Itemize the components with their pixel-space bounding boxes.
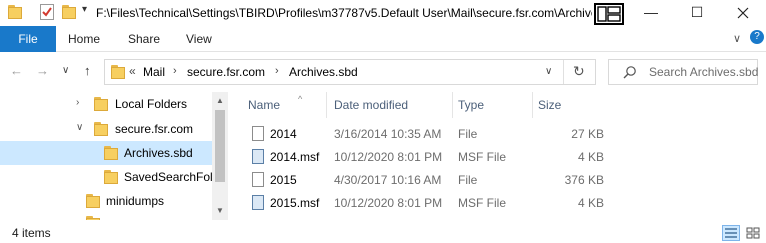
- tree-item-label: minidumps: [106, 194, 165, 208]
- file-name: 2014.msf: [270, 150, 320, 164]
- item-count: 4 items: [12, 226, 51, 240]
- snap-layout-icon[interactable]: [594, 3, 624, 25]
- address-bar[interactable]: « Mail › secure.fsr.com › Archives.sbd ∨…: [104, 59, 596, 85]
- tree-item-minidumps[interactable]: minidumps: [0, 189, 212, 213]
- file-name: 2015: [270, 173, 297, 187]
- tab-home[interactable]: Home: [68, 26, 100, 52]
- file-icon: [252, 172, 264, 187]
- properties-icon[interactable]: [40, 4, 54, 20]
- file-list: Name ^ Date modified Type Size 2014 3/16…: [232, 92, 766, 220]
- file-type: MSF File: [458, 150, 506, 164]
- up-button[interactable]: ↑: [84, 63, 91, 78]
- sort-ascending-icon: ^: [298, 94, 303, 104]
- file-size: 376 KB: [564, 173, 604, 187]
- breadcrumb-separator-icon[interactable]: ›: [173, 65, 177, 77]
- large-icons-view-icon[interactable]: [744, 225, 762, 241]
- tree-item-archives[interactable]: Archives.sbd: [0, 141, 212, 165]
- tree-item-label: Archives.sbd: [124, 146, 193, 160]
- new-folder-icon[interactable]: [62, 5, 76, 19]
- chevron-down-icon[interactable]: ∨: [76, 122, 83, 133]
- file-name: 2014: [270, 127, 297, 141]
- breadcrumb-separator-icon[interactable]: ›: [275, 65, 279, 77]
- file-size: 4 KB: [577, 150, 604, 164]
- file-name: 2015.msf: [270, 196, 320, 210]
- file-row[interactable]: 2014 3/16/2014 10:35 AM File 27 KB: [246, 123, 606, 146]
- search-placeholder: Search Archives.sbd: [649, 65, 759, 79]
- tab-share[interactable]: Share: [128, 26, 160, 52]
- address-dropdown-icon[interactable]: ∨: [545, 66, 552, 77]
- column-header-size[interactable]: Size: [538, 98, 561, 112]
- search-input[interactable]: Search Archives.sbd: [608, 59, 758, 85]
- breadcrumb-archives[interactable]: Archives.sbd: [289, 65, 358, 79]
- overflow-crumb-icon[interactable]: «: [129, 64, 136, 78]
- folder-icon: [8, 5, 24, 19]
- msf-file-icon: [252, 149, 264, 164]
- quick-access-dropdown-icon[interactable]: ▾: [82, 4, 87, 15]
- file-date: 3/16/2014 10:35 AM: [334, 127, 442, 141]
- file-icon: [252, 126, 264, 141]
- navigation-bar: ← → ∨ ↑ « Mail › secure.fsr.com › Archiv…: [0, 55, 766, 89]
- ribbon-expand-icon[interactable]: ∨: [733, 32, 741, 45]
- close-button[interactable]: [720, 0, 766, 26]
- tree-item-label: Local Folders: [115, 97, 188, 111]
- folder-icon: [104, 170, 118, 184]
- window-title: F:\Files\Technical\Settings\TBIRD\Profil…: [96, 6, 592, 20]
- details-view-icon[interactable]: [722, 225, 740, 241]
- scrollbar-thumb[interactable]: [215, 110, 225, 182]
- tab-file[interactable]: File: [0, 26, 56, 52]
- column-header-name[interactable]: Name ^: [248, 94, 302, 112]
- ribbon-tabs: File Home Share View ∨ ?: [0, 26, 766, 52]
- minimize-button[interactable]: —: [628, 0, 674, 26]
- tree-item-label: SavedSearchFolders: [124, 170, 212, 184]
- navigation-pane: › Local Folders ∨ secure.fsr.com Archive…: [0, 92, 228, 220]
- file-date: 10/12/2020 8:01 PM: [334, 196, 443, 210]
- back-button[interactable]: ←: [10, 63, 23, 78]
- maximize-button[interactable]: ☐: [674, 0, 720, 26]
- file-row[interactable]: 2015 4/30/2017 10:16 AM File 376 KB: [246, 169, 606, 192]
- file-size: 27 KB: [571, 127, 604, 141]
- msf-file-icon: [252, 195, 264, 210]
- folder-icon: [86, 216, 100, 220]
- tree-item-saved-search[interactable]: SavedSearchFolders: [0, 165, 212, 189]
- scroll-up-icon[interactable]: ▲: [216, 96, 224, 105]
- folder-icon: [104, 146, 118, 160]
- tab-view[interactable]: View: [186, 26, 212, 52]
- forward-button[interactable]: →: [36, 63, 49, 78]
- file-type: MSF File: [458, 196, 506, 210]
- tree-item-local-folders[interactable]: › Local Folders: [0, 92, 212, 116]
- nav-scrollbar[interactable]: ▲ ▼: [212, 92, 228, 220]
- folder-icon: [94, 122, 108, 136]
- file-row[interactable]: 2014.msf 10/12/2020 8:01 PM MSF File 4 K…: [246, 146, 606, 169]
- file-date: 4/30/2017 10:16 AM: [334, 173, 442, 187]
- breadcrumb-mail[interactable]: Mail: [143, 65, 165, 79]
- file-type: File: [458, 173, 478, 187]
- status-bar: 4 items: [0, 222, 766, 243]
- folder-icon: [94, 97, 108, 111]
- file-row[interactable]: 2015.msf 10/12/2020 8:01 PM MSF File 4 K…: [246, 192, 606, 215]
- tree-item-label: secure.fsr.com: [115, 122, 194, 136]
- scroll-down-icon[interactable]: ▼: [216, 206, 224, 215]
- tree-item-secure-fsr[interactable]: ∨ secure.fsr.com: [0, 117, 212, 141]
- file-size: 4 KB: [577, 196, 604, 210]
- breadcrumb-secure-fsr[interactable]: secure.fsr.com: [187, 65, 265, 79]
- recent-locations-button[interactable]: ∨: [62, 65, 69, 76]
- folder-icon: [111, 65, 125, 79]
- refresh-icon[interactable]: ↻: [573, 63, 585, 80]
- chevron-right-icon[interactable]: ›: [76, 97, 79, 108]
- search-icon: [623, 65, 637, 82]
- file-type: File: [458, 127, 478, 141]
- file-date: 10/12/2020 8:01 PM: [334, 150, 443, 164]
- column-header-date[interactable]: Date modified: [334, 98, 408, 112]
- title-bar: ▾ F:\Files\Technical\Settings\TBIRD\Prof…: [0, 0, 766, 26]
- folder-icon: [86, 194, 100, 208]
- column-header-type[interactable]: Type: [458, 98, 484, 112]
- help-icon[interactable]: ?: [750, 30, 764, 44]
